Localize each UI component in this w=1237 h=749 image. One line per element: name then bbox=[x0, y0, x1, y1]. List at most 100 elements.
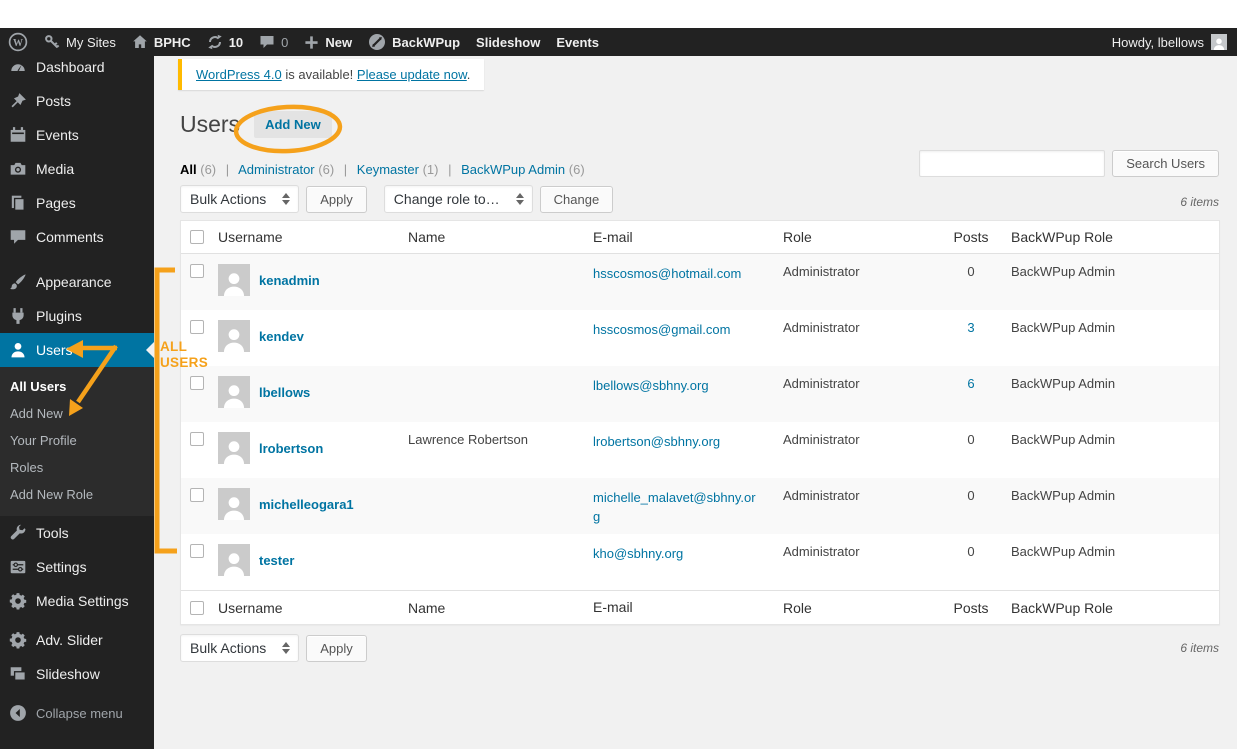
comment-bubble-icon bbox=[259, 34, 275, 50]
submenu-add-new-role[interactable]: Add New Role bbox=[0, 481, 154, 508]
sidebar-item-appearance[interactable]: Appearance bbox=[0, 265, 154, 299]
collapse-menu-button[interactable]: Collapse menu bbox=[0, 696, 154, 730]
select-arrows-icon bbox=[515, 193, 524, 205]
paintbrush-icon bbox=[10, 274, 26, 290]
key-icon bbox=[44, 34, 60, 50]
avatar bbox=[218, 320, 250, 352]
my-sites-label: My Sites bbox=[66, 34, 116, 50]
row-checkbox[interactable] bbox=[190, 376, 204, 390]
username-link[interactable]: lrobertson bbox=[259, 441, 323, 456]
user-avatar[interactable] bbox=[1211, 34, 1227, 50]
select-arrows-icon bbox=[282, 193, 291, 205]
slideshow-menu[interactable]: Slideshow bbox=[468, 28, 548, 56]
row-checkbox[interactable] bbox=[190, 544, 204, 558]
submenu-all-users[interactable]: All Users bbox=[0, 373, 154, 400]
change-role-select[interactable]: Change role to… bbox=[383, 185, 533, 213]
name-cell: Lawrence Robertson bbox=[408, 432, 528, 447]
wordpress-version-link[interactable]: WordPress 4.0 bbox=[196, 67, 282, 82]
row-checkbox[interactable] bbox=[190, 264, 204, 278]
filter-keymaster[interactable]: Keymaster bbox=[357, 162, 419, 177]
avatar bbox=[218, 432, 250, 464]
username-link[interactable]: kendev bbox=[259, 329, 304, 344]
sidebar-item-media[interactable]: Media bbox=[0, 152, 154, 186]
comment-count: 0 bbox=[281, 34, 289, 50]
sidebar-item-settings[interactable]: Settings bbox=[0, 550, 154, 584]
submenu-add-new[interactable]: Add New bbox=[0, 400, 154, 427]
search-users-input[interactable] bbox=[919, 150, 1106, 177]
table-header-row: Username Name E-mail Role Posts BackWPup… bbox=[181, 221, 1219, 254]
page-title: Users bbox=[180, 111, 241, 137]
bulk-actions-select[interactable]: Bulk Actions bbox=[180, 185, 300, 213]
email-link[interactable]: michelle_malavet@sbhny.org bbox=[593, 490, 756, 524]
filter-administrator[interactable]: Administrator bbox=[238, 162, 315, 177]
submenu-your-profile[interactable]: Your Profile bbox=[0, 427, 154, 454]
select-arrows-icon bbox=[282, 642, 291, 654]
new-menu[interactable]: New bbox=[296, 28, 360, 56]
wordpress-logo-icon: W bbox=[8, 32, 28, 52]
sidebar-item-pages[interactable]: Pages bbox=[0, 186, 154, 220]
backwpup-menu[interactable]: BackWPup bbox=[360, 28, 468, 56]
sidebar-item-tools[interactable]: Tools bbox=[0, 516, 154, 550]
email-link[interactable]: hsscosmos@gmail.com bbox=[593, 322, 730, 337]
table-row: michelleogara1 michelle_malavet@sbhny.or… bbox=[181, 478, 1219, 534]
select-all-checkbox[interactable] bbox=[190, 600, 204, 615]
filter-backwpup-admin[interactable]: BackWPup Admin bbox=[461, 162, 565, 177]
username-link[interactable]: michelleogara1 bbox=[259, 497, 354, 512]
select-all-checkbox[interactable] bbox=[190, 230, 204, 244]
search-users-button[interactable]: Search Users bbox=[1112, 150, 1219, 177]
events-menu[interactable]: Events bbox=[548, 28, 607, 56]
sidebar-item-posts[interactable]: Posts bbox=[0, 84, 154, 118]
username-link[interactable]: lbellows bbox=[259, 385, 310, 400]
filter-all[interactable]: All bbox=[180, 162, 197, 177]
apply-button[interactable]: Apply bbox=[306, 185, 367, 213]
sidebar-item-plugins[interactable]: Plugins bbox=[0, 299, 154, 333]
items-count-bottom: 6 items bbox=[1180, 641, 1219, 655]
username-link[interactable]: kenadmin bbox=[259, 273, 320, 288]
username-link[interactable]: tester bbox=[259, 553, 294, 568]
email-link[interactable]: kho@sbhny.org bbox=[593, 546, 683, 561]
updates-menu[interactable]: 10 bbox=[199, 28, 251, 56]
update-now-link[interactable]: Please update now bbox=[357, 67, 467, 82]
sidebar-item-adv-slider[interactable]: Adv. Slider bbox=[0, 623, 154, 657]
settings-icon bbox=[10, 560, 26, 574]
email-link[interactable]: hsscosmos@hotmail.com bbox=[593, 266, 741, 281]
row-checkbox[interactable] bbox=[190, 320, 204, 334]
bulk-actions-select-bottom[interactable]: Bulk Actions bbox=[180, 634, 300, 662]
wordpress-logo-menu[interactable]: W bbox=[0, 28, 36, 56]
submenu-roles[interactable]: Roles bbox=[0, 454, 154, 481]
sidebar-item-events[interactable]: Events bbox=[0, 118, 154, 152]
howdy-label[interactable]: Howdy, lbellows bbox=[1112, 35, 1204, 50]
email-link[interactable]: lrobertson@sbhny.org bbox=[593, 434, 720, 449]
admin-bar: W My Sites BPHC 10 0 New BackWPup Slides… bbox=[0, 28, 1237, 56]
apply-button-bottom[interactable]: Apply bbox=[306, 634, 367, 662]
posts-count-link[interactable]: 6 bbox=[967, 376, 974, 391]
row-checkbox[interactable] bbox=[190, 488, 204, 502]
sidebar-item-media-settings[interactable]: Media Settings bbox=[0, 584, 154, 618]
change-button[interactable]: Change bbox=[539, 185, 614, 213]
tablenav-bottom: Bulk Actions Apply bbox=[180, 634, 367, 662]
backwpup-role-cell: BackWPup Admin bbox=[1011, 488, 1116, 503]
new-label: New bbox=[325, 34, 353, 50]
column-name: Name bbox=[408, 229, 446, 245]
sidebar-item-slideshow[interactable]: Slideshow bbox=[0, 657, 154, 691]
comments-menu[interactable]: 0 bbox=[251, 28, 296, 56]
role-filters: All (6) | Administrator (6) | Keymaster … bbox=[180, 162, 585, 177]
pages-icon bbox=[11, 195, 25, 211]
wrench-icon bbox=[10, 524, 26, 540]
site-name-menu[interactable]: BPHC bbox=[124, 28, 199, 56]
posts-count-link[interactable]: 3 bbox=[967, 320, 974, 335]
sidebar-item-users[interactable]: Users bbox=[0, 333, 154, 367]
sidebar-item-dashboard[interactable]: Dashboard bbox=[0, 56, 154, 84]
row-checkbox[interactable] bbox=[190, 432, 204, 446]
email-link[interactable]: lbellows@sbhny.org bbox=[593, 378, 709, 393]
sidebar-item-comments[interactable]: Comments bbox=[0, 220, 154, 254]
my-sites-menu[interactable]: My Sites bbox=[36, 28, 124, 56]
posts-count: 0 bbox=[967, 264, 975, 279]
update-notice: WordPress 4.0 is available! Please updat… bbox=[178, 59, 485, 90]
table-row: tester kho@sbhny.org Administrator 0 Bac… bbox=[181, 534, 1219, 590]
add-new-button[interactable]: Add New bbox=[254, 111, 332, 138]
svg-text:W: W bbox=[13, 38, 23, 49]
table-footer-row: Username Name E-mail Role Posts BackWPup… bbox=[181, 590, 1219, 624]
role-cell: Administrator bbox=[783, 320, 860, 335]
table-row: lbellows lbellows@sbhny.org Administrato… bbox=[181, 366, 1219, 422]
